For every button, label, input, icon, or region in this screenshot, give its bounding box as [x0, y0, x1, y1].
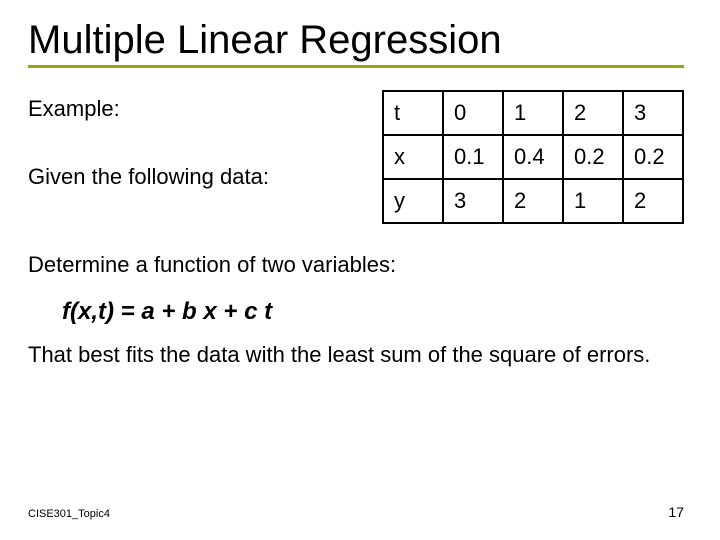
cell: 2 [563, 91, 623, 135]
footer-page-number: 17 [668, 504, 684, 520]
slide: Multiple Linear Regression Example: Give… [0, 0, 720, 540]
footer-course: CISE301_Topic4 [28, 508, 110, 520]
cell: 3 [623, 91, 683, 135]
cell: 1 [563, 179, 623, 223]
formula: f(x,t) = a + b x + c t [62, 298, 684, 326]
cell: 0.4 [503, 135, 563, 179]
left-column: Example: Given the following data: [28, 90, 269, 191]
given-label: Given the following data: [28, 162, 269, 192]
determine-label: Determine a function of two variables: [28, 250, 684, 280]
cell: 2 [623, 179, 683, 223]
cell: 3 [443, 179, 503, 223]
table-row: x 0.1 0.4 0.2 0.2 [383, 135, 683, 179]
cell: 1 [503, 91, 563, 135]
title-underline [28, 65, 684, 68]
content-row: Example: Given the following data: t 0 1… [28, 90, 684, 224]
row-head-t: t [383, 91, 443, 135]
data-table: t 0 1 2 3 x 0.1 0.4 0.2 0.2 y 3 2 1 2 [382, 90, 684, 224]
example-label: Example: [28, 94, 269, 124]
fit-label: That best fits the data with the least s… [28, 340, 684, 370]
page-title: Multiple Linear Regression [28, 18, 684, 63]
table-row: y 3 2 1 2 [383, 179, 683, 223]
cell: 2 [503, 179, 563, 223]
table-row: t 0 1 2 3 [383, 91, 683, 135]
cell: 0.2 [563, 135, 623, 179]
row-head-x: x [383, 135, 443, 179]
cell: 0 [443, 91, 503, 135]
cell: 0.2 [623, 135, 683, 179]
row-head-y: y [383, 179, 443, 223]
cell: 0.1 [443, 135, 503, 179]
